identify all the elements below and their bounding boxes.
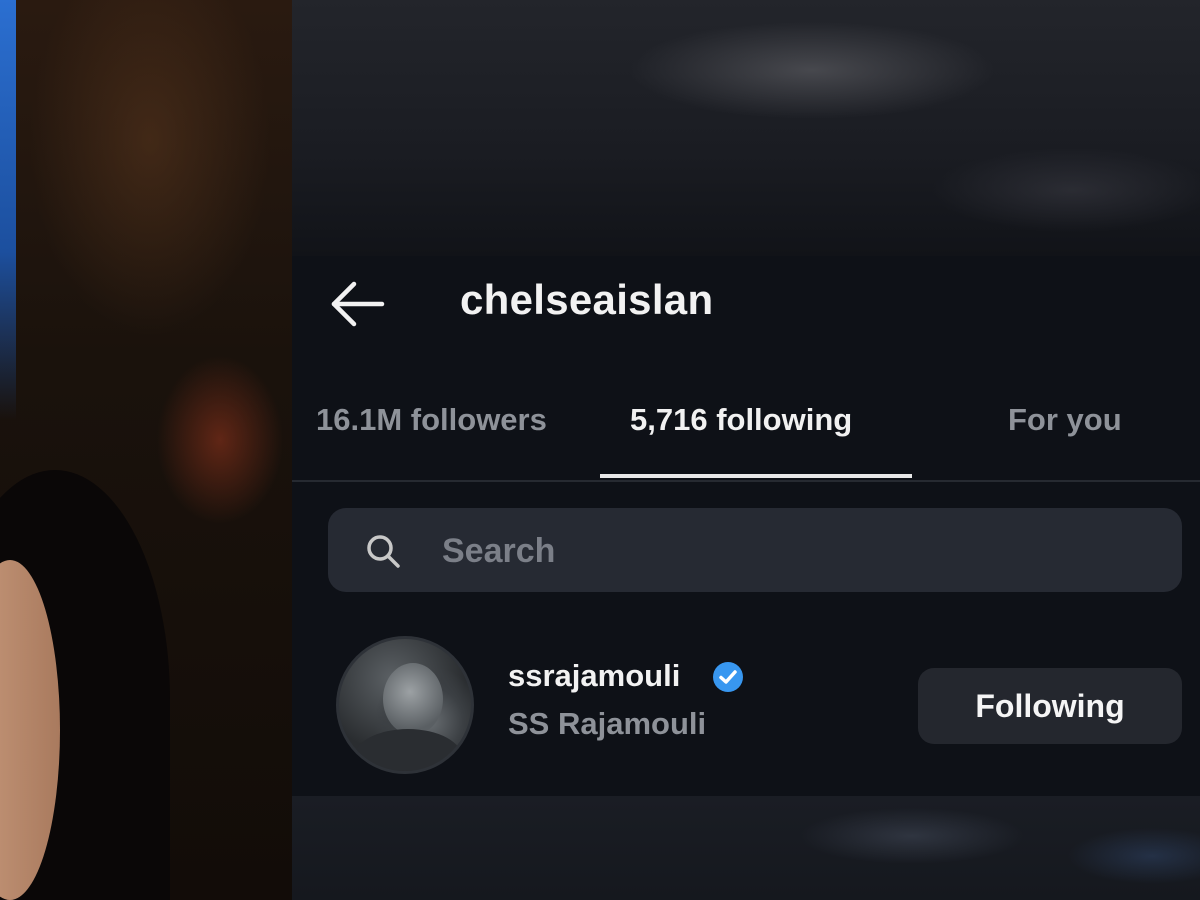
tab-for-you[interactable]: For you bbox=[1008, 402, 1122, 438]
avatar[interactable] bbox=[336, 636, 474, 774]
screen: chelseaislan 16.1M followers 5,716 follo… bbox=[0, 0, 1200, 900]
search-icon bbox=[367, 535, 400, 568]
avatar-head bbox=[383, 663, 443, 735]
blurred-content-bottom bbox=[292, 796, 1200, 900]
following-button[interactable]: Following bbox=[918, 668, 1182, 744]
tab-bar: 16.1M followers 5,716 following For you bbox=[292, 386, 1200, 482]
user-full-name: SS Rajamouli bbox=[508, 706, 707, 741]
tab-followers[interactable]: 16.1M followers bbox=[316, 402, 547, 438]
tab-following[interactable]: 5,716 following bbox=[630, 402, 852, 438]
arrow-left-icon bbox=[331, 281, 385, 327]
following-list-panel: chelseaislan 16.1M followers 5,716 follo… bbox=[292, 256, 1200, 796]
user-handle[interactable]: ssrajamouli bbox=[508, 658, 680, 694]
avatar-shoulders bbox=[353, 729, 463, 771]
active-tab-indicator bbox=[600, 474, 912, 478]
search-input[interactable] bbox=[440, 522, 1144, 580]
list-item[interactable]: ssrajamouli SS Rajamouli Following bbox=[292, 626, 1200, 774]
header: chelseaislan bbox=[292, 256, 1200, 346]
blurred-content-top bbox=[292, 0, 1200, 256]
page-title: chelseaislan bbox=[460, 276, 714, 323]
background-light bbox=[0, 0, 16, 420]
back-button[interactable] bbox=[328, 276, 388, 332]
background-photo bbox=[0, 0, 292, 900]
search-bar[interactable] bbox=[328, 508, 1182, 592]
verified-badge-icon bbox=[713, 662, 743, 692]
